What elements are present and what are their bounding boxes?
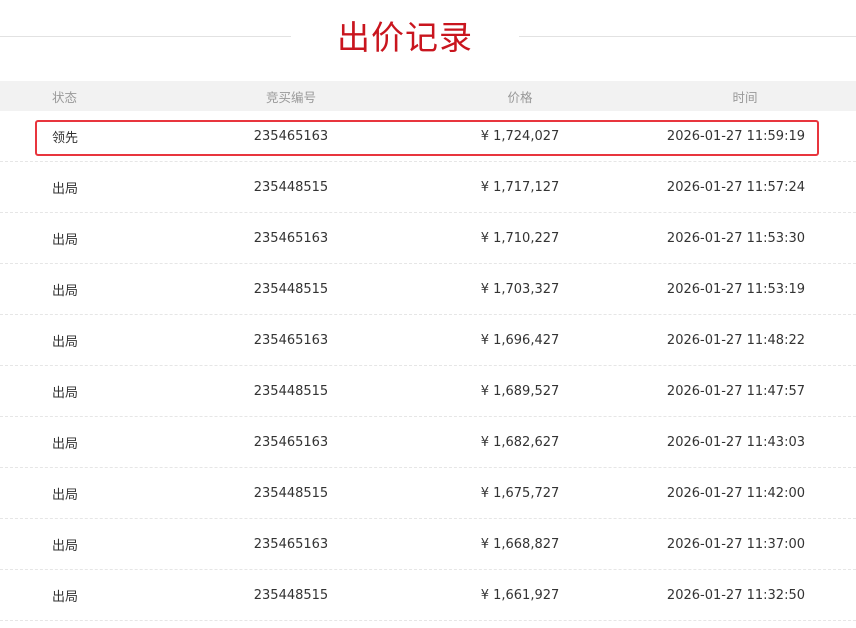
time-cell: 2026-01-27 11:57:24 (666, 179, 805, 195)
price-cell: ¥ 1,724,027 (480, 128, 560, 144)
table-row: 出局 235448515 ¥ 1,675,727 2026-01-27 11:4… (0, 468, 856, 519)
status-cell: 出局 (52, 538, 79, 554)
time-cell: 2026-01-27 11:59:19 (666, 128, 805, 144)
table-row: 领先 235465163 ¥ 1,724,027 2026-01-27 11:5… (0, 111, 856, 162)
time-cell: 2026-01-27 11:32:50 (666, 587, 805, 603)
time-cell: 2026-01-27 11:53:19 (666, 281, 805, 297)
title-divider-left (0, 36, 291, 37)
bid-number-cell: 235465163 (253, 536, 329, 552)
status-cell: 出局 (52, 334, 79, 350)
column-header-status: 状态 (52, 89, 78, 105)
table-row: 出局 235465163 ¥ 1,668,827 2026-01-27 11:3… (0, 519, 856, 570)
time-cell: 2026-01-27 11:48:22 (666, 332, 805, 348)
price-cell: ¥ 1,703,327 (480, 281, 560, 297)
bid-record-list: 领先 235465163 ¥ 1,724,027 2026-01-27 11:5… (0, 111, 856, 621)
bid-number-cell: 235448515 (253, 383, 329, 399)
status-cell: 出局 (52, 487, 79, 503)
table-header: 状态 竞买编号 价格 时间 (0, 81, 856, 111)
time-cell: 2026-01-27 11:53:30 (666, 230, 805, 246)
status-cell: 出局 (52, 283, 79, 299)
price-cell: ¥ 1,710,227 (480, 230, 560, 246)
table-row: 出局 235465163 ¥ 1,682,627 2026-01-27 11:4… (0, 417, 856, 468)
table-row: 出局 235448515 ¥ 1,703,327 2026-01-27 11:5… (0, 264, 856, 315)
time-cell: 2026-01-27 11:37:00 (666, 536, 805, 552)
table-row: 出局 235465163 ¥ 1,696,427 2026-01-27 11:4… (0, 315, 856, 366)
bid-number-cell: 235465163 (253, 332, 329, 348)
bid-number-cell: 235448515 (253, 587, 329, 603)
price-cell: ¥ 1,696,427 (480, 332, 560, 348)
status-cell: 领先 (52, 130, 79, 146)
column-header-bid-number: 竞买编号 (265, 89, 316, 105)
time-cell: 2026-01-27 11:43:03 (666, 434, 805, 450)
price-cell: ¥ 1,675,727 (480, 485, 560, 501)
column-header-price: 价格 (507, 89, 533, 105)
status-cell: 出局 (52, 232, 79, 248)
page-title: 出价记录 (337, 18, 473, 57)
bid-number-cell: 235448515 (253, 179, 329, 195)
price-cell: ¥ 1,682,627 (480, 434, 560, 450)
price-cell: ¥ 1,689,527 (480, 383, 560, 399)
price-cell: ¥ 1,717,127 (480, 179, 560, 195)
title-divider-right (519, 36, 856, 37)
bid-number-cell: 235448515 (253, 281, 329, 297)
status-cell: 出局 (52, 385, 79, 401)
table-row: 出局 235448515 ¥ 1,689,527 2026-01-27 11:4… (0, 366, 856, 417)
column-header-time: 时间 (732, 89, 758, 105)
table-row: 出局 235465163 ¥ 1,710,227 2026-01-27 11:5… (0, 213, 856, 264)
bid-number-cell: 235448515 (253, 485, 329, 501)
time-cell: 2026-01-27 11:42:00 (666, 485, 805, 501)
status-cell: 出局 (52, 181, 79, 197)
time-cell: 2026-01-27 11:47:57 (666, 383, 805, 399)
status-cell: 出局 (52, 589, 79, 605)
status-cell: 出局 (52, 436, 79, 452)
bid-number-cell: 235465163 (253, 434, 329, 450)
table-row: 出局 235448515 ¥ 1,717,127 2026-01-27 11:5… (0, 162, 856, 213)
bid-number-cell: 235465163 (253, 128, 329, 144)
price-cell: ¥ 1,668,827 (480, 536, 560, 552)
table-row: 出局 235448515 ¥ 1,661,927 2026-01-27 11:3… (0, 570, 856, 621)
price-cell: ¥ 1,661,927 (480, 587, 560, 603)
section-title-bar: 出价记录 (0, 0, 856, 80)
bid-number-cell: 235465163 (253, 230, 329, 246)
